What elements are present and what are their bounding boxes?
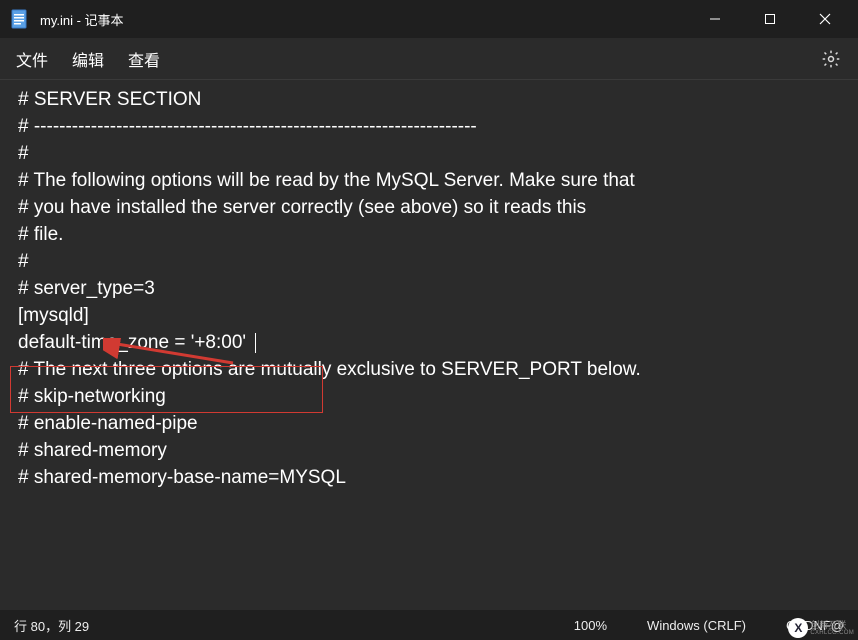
editor-line: # enable-named-pipe bbox=[18, 410, 840, 437]
editor-area[interactable]: # SERVER SECTION # ---------------------… bbox=[0, 80, 858, 610]
status-cursor-position: 行 80，列 29 bbox=[14, 616, 89, 635]
editor-line: # file. bbox=[18, 221, 840, 248]
status-zoom[interactable]: 100% bbox=[574, 618, 607, 633]
window-controls bbox=[687, 0, 852, 38]
editor-line: # bbox=[18, 140, 840, 167]
editor-line: # SERVER SECTION bbox=[18, 86, 840, 113]
watermark-text: 创新互联 bbox=[810, 621, 854, 630]
menu-file[interactable]: 文件 bbox=[16, 47, 48, 71]
editor-line: # skip-networking bbox=[18, 383, 840, 410]
editor-line: default-time_zone = '+8:00' bbox=[18, 329, 840, 356]
statusbar: 行 80，列 29 100% Windows (CRLF) CSDNF@ bbox=[0, 610, 858, 640]
close-button[interactable] bbox=[797, 0, 852, 38]
watermark-sub: CXHLCG.COM bbox=[810, 630, 854, 636]
titlebar: my.ini - 记事本 bbox=[0, 0, 858, 38]
gear-icon[interactable] bbox=[820, 48, 842, 70]
minimize-button[interactable] bbox=[687, 0, 742, 38]
editor-line: # you have installed the server correctl… bbox=[18, 194, 840, 221]
editor-line: # bbox=[18, 248, 840, 275]
editor-line: [mysqld] bbox=[18, 302, 840, 329]
window-title: my.ini - 记事本 bbox=[40, 10, 687, 29]
watermark: X 创新互联 CXHLCG.COM bbox=[788, 618, 854, 638]
notepad-icon bbox=[10, 8, 28, 30]
editor-line: # shared-memory bbox=[18, 437, 840, 464]
editor-line: # The next three options are mutually ex… bbox=[18, 356, 840, 383]
maximize-button[interactable] bbox=[742, 0, 797, 38]
menubar: 文件 编辑 查看 bbox=[0, 38, 858, 80]
watermark-badge-icon: X bbox=[788, 618, 808, 638]
editor-line: # shared-memory-base-name=MYSQL bbox=[18, 464, 840, 491]
menu-view[interactable]: 查看 bbox=[128, 47, 160, 71]
menu-edit[interactable]: 编辑 bbox=[72, 47, 104, 71]
editor-line: # server_type=3 bbox=[18, 275, 840, 302]
editor-line: # --------------------------------------… bbox=[18, 113, 840, 140]
status-line-ending[interactable]: Windows (CRLF) bbox=[647, 618, 746, 633]
editor-line: # The following options will be read by … bbox=[18, 167, 840, 194]
